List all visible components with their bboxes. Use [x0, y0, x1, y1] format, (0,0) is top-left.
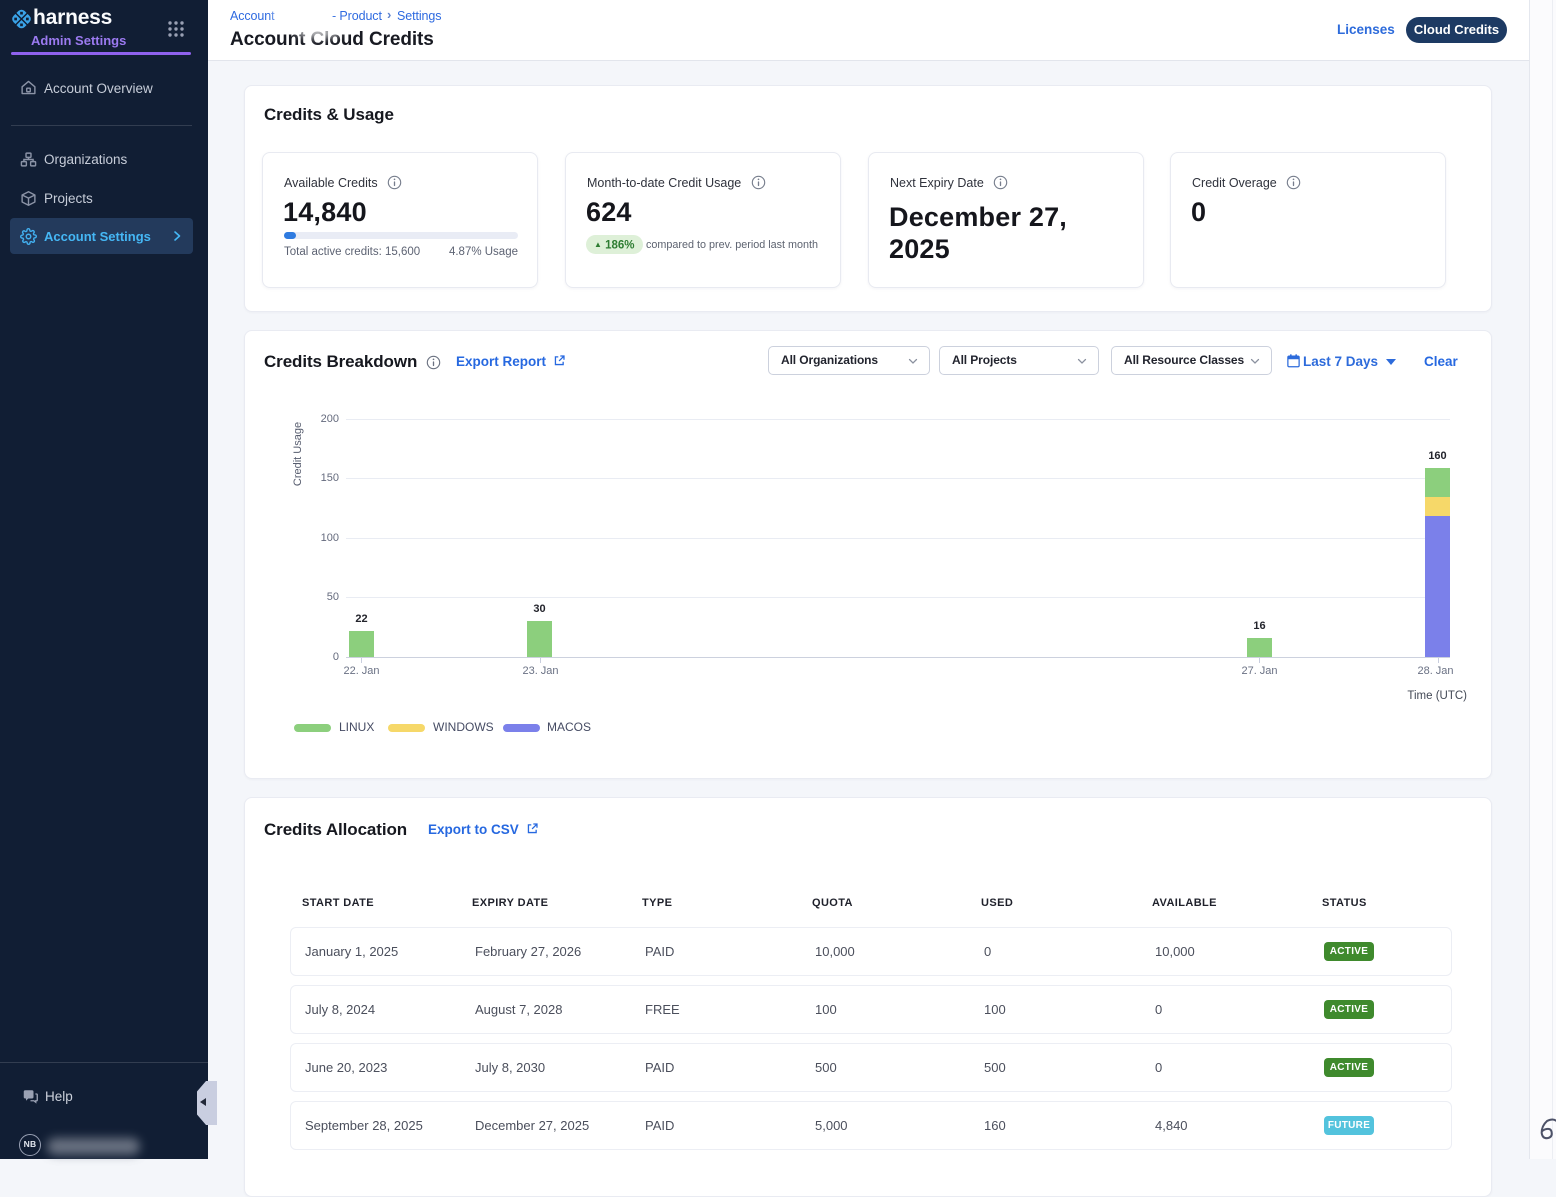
- svg-text:?: ?: [27, 1092, 31, 1099]
